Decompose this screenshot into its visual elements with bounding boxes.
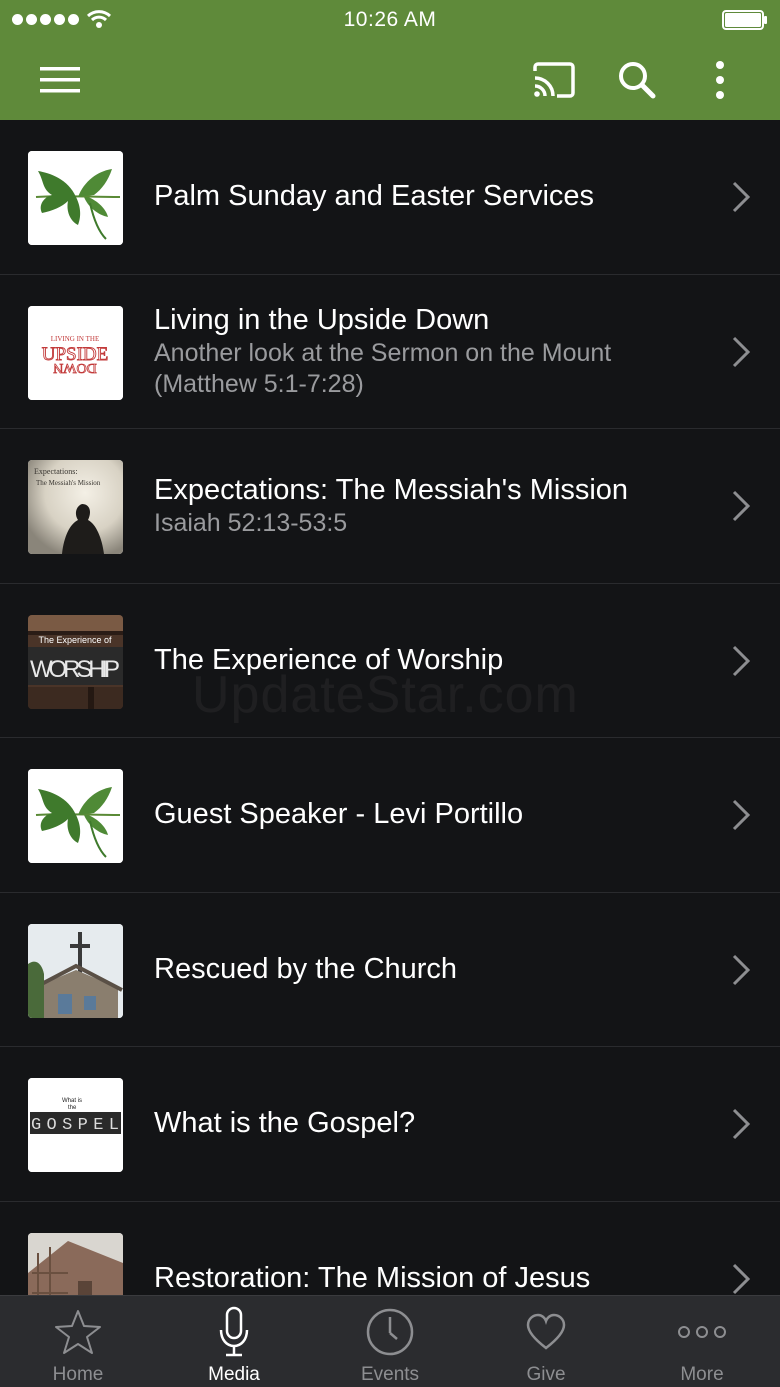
tab-events[interactable]: Events: [312, 1296, 468, 1387]
restoration-thumbnail: [28, 1232, 123, 1295]
ellipsis-icon: [678, 1326, 726, 1338]
tab-label: Give: [526, 1364, 566, 1385]
svg-text:WORSHIP: WORSHIP: [30, 656, 120, 683]
church-thumbnail: [28, 923, 123, 1018]
menu-button[interactable]: [32, 52, 88, 108]
expectations-thumbnail: Expectations: The Messiah's Mission: [28, 460, 123, 554]
list-item-text: Palm Sunday and Easter Services: [154, 120, 690, 274]
clock-icon: [366, 1308, 414, 1356]
chevron-right-icon: [732, 1108, 751, 1140]
tab-home[interactable]: Home: [0, 1296, 156, 1387]
more-options-button[interactable]: [692, 52, 748, 108]
chevron-right-icon: [732, 1263, 751, 1294]
list-item[interactable]: Rescued by the Church: [0, 893, 780, 1047]
svg-text:DOWN: DOWN: [53, 360, 97, 375]
status-bar: 10:26 AM: [0, 0, 780, 40]
list-item-text: Living in the Upside Down Another look a…: [154, 275, 690, 429]
microphone-icon: [219, 1306, 249, 1357]
list-item-text: The Experience of Worship: [154, 584, 690, 738]
svg-text:LIVING IN THE: LIVING IN THE: [51, 335, 99, 343]
list-item-text: What is the Gospel?: [154, 1047, 690, 1201]
battery-icon: [722, 10, 767, 30]
tab-label: Home: [52, 1364, 104, 1385]
list-item-title: Expectations: The Messiah's Mission: [154, 473, 629, 506]
hamburger-icon: [40, 67, 80, 93]
list-item[interactable]: Expectations: The Messiah's Mission Expe…: [0, 429, 780, 584]
list-item-title: The Experience of Worship: [154, 643, 504, 676]
leaf-logo-icon: [28, 151, 123, 245]
series-thumbnail: [28, 151, 123, 245]
list-item-title: Rescued by the Church: [154, 952, 458, 985]
leaf-logo-icon: [28, 769, 123, 863]
list-item-title: What is the Gospel?: [154, 1107, 416, 1140]
list-item-text: Restoration: The Mission of Jesus: [154, 1202, 690, 1296]
tab-label: Media: [208, 1364, 260, 1385]
chevron-right-icon: [732, 490, 751, 522]
list-item-text: Rescued by the Church: [154, 893, 690, 1047]
heart-icon: [526, 1313, 566, 1350]
cast-icon: [533, 62, 575, 98]
list-item-text: Expectations: The Messiah's Mission Isai…: [154, 429, 690, 583]
series-thumbnail: [28, 769, 123, 863]
gospel-thumbnail: What is the GOSPEL: [28, 1078, 123, 1172]
search-icon: [619, 62, 656, 99]
list-item-title: Restoration: The Mission of Jesus: [154, 1261, 591, 1294]
tab-more[interactable]: More: [624, 1296, 780, 1387]
upside-down-thumbnail: LIVING IN THE UPSIDE DOWN: [28, 305, 123, 400]
chevron-right-icon: [732, 954, 751, 985]
svg-text:The Experience of: The Experience of: [38, 635, 112, 645]
tab-media[interactable]: Media: [156, 1296, 312, 1387]
list-item[interactable]: Guest Speaker - Levi Portillo: [0, 738, 780, 893]
series-thumbnail: The Experience of WORSHIP: [28, 614, 123, 709]
worship-thumbnail: The Experience of WORSHIP: [28, 614, 123, 709]
list-item[interactable]: Restoration: The Mission of Jesus: [0, 1202, 780, 1296]
tab-give[interactable]: Give: [468, 1296, 624, 1387]
list-item-text: Guest Speaker - Levi Portillo: [154, 738, 690, 892]
series-thumbnail: [28, 923, 123, 1018]
svg-text:the: the: [68, 1105, 77, 1111]
tab-label: More: [680, 1364, 724, 1385]
search-button[interactable]: [609, 52, 665, 108]
series-thumbnail: What is the GOSPEL: [28, 1078, 123, 1172]
list-item[interactable]: What is the GOSPEL What is the Gospel?: [0, 1047, 780, 1202]
tab-label: Events: [360, 1364, 420, 1385]
svg-text:What is: What is: [62, 1098, 82, 1104]
chevron-right-icon: [732, 181, 751, 213]
cast-button[interactable]: [526, 52, 582, 108]
media-list: Palm Sunday and Easter Services LIVING I…: [0, 120, 780, 1295]
tab-bar: Home Media Events Give More: [0, 1295, 780, 1387]
svg-text:The Messiah's Mission: The Messiah's Mission: [36, 479, 101, 487]
list-item-title: Living in the Upside Down: [154, 303, 490, 336]
list-item-subtitle: Isaiah 52:13-53:5: [154, 508, 348, 537]
list-item[interactable]: Palm Sunday and Easter Services: [0, 120, 780, 275]
list-item-title: Guest Speaker - Levi Portillo: [154, 798, 524, 831]
chevron-right-icon: [732, 799, 751, 831]
chevron-right-icon: [732, 645, 751, 676]
app-header: 10:26 AM: [0, 0, 780, 120]
series-thumbnail: LIVING IN THE UPSIDE DOWN: [28, 305, 123, 400]
status-time: 10:26 AM: [343, 8, 437, 31]
more-vertical-icon: [716, 61, 724, 99]
list-item-title: Palm Sunday and Easter Services: [154, 180, 595, 213]
list-item[interactable]: The Experience of WORSHIP The Experience…: [0, 584, 780, 738]
series-thumbnail: [28, 1232, 123, 1295]
svg-text:Expectations:: Expectations:: [34, 467, 78, 476]
series-thumbnail: Expectations: The Messiah's Mission: [28, 460, 123, 554]
star-icon: [55, 1310, 101, 1354]
list-item-subtitle: Another look at the Sermon on the Mount …: [154, 338, 612, 398]
list-item[interactable]: LIVING IN THE UPSIDE DOWN Living in the …: [0, 275, 780, 429]
chevron-right-icon: [732, 336, 751, 367]
